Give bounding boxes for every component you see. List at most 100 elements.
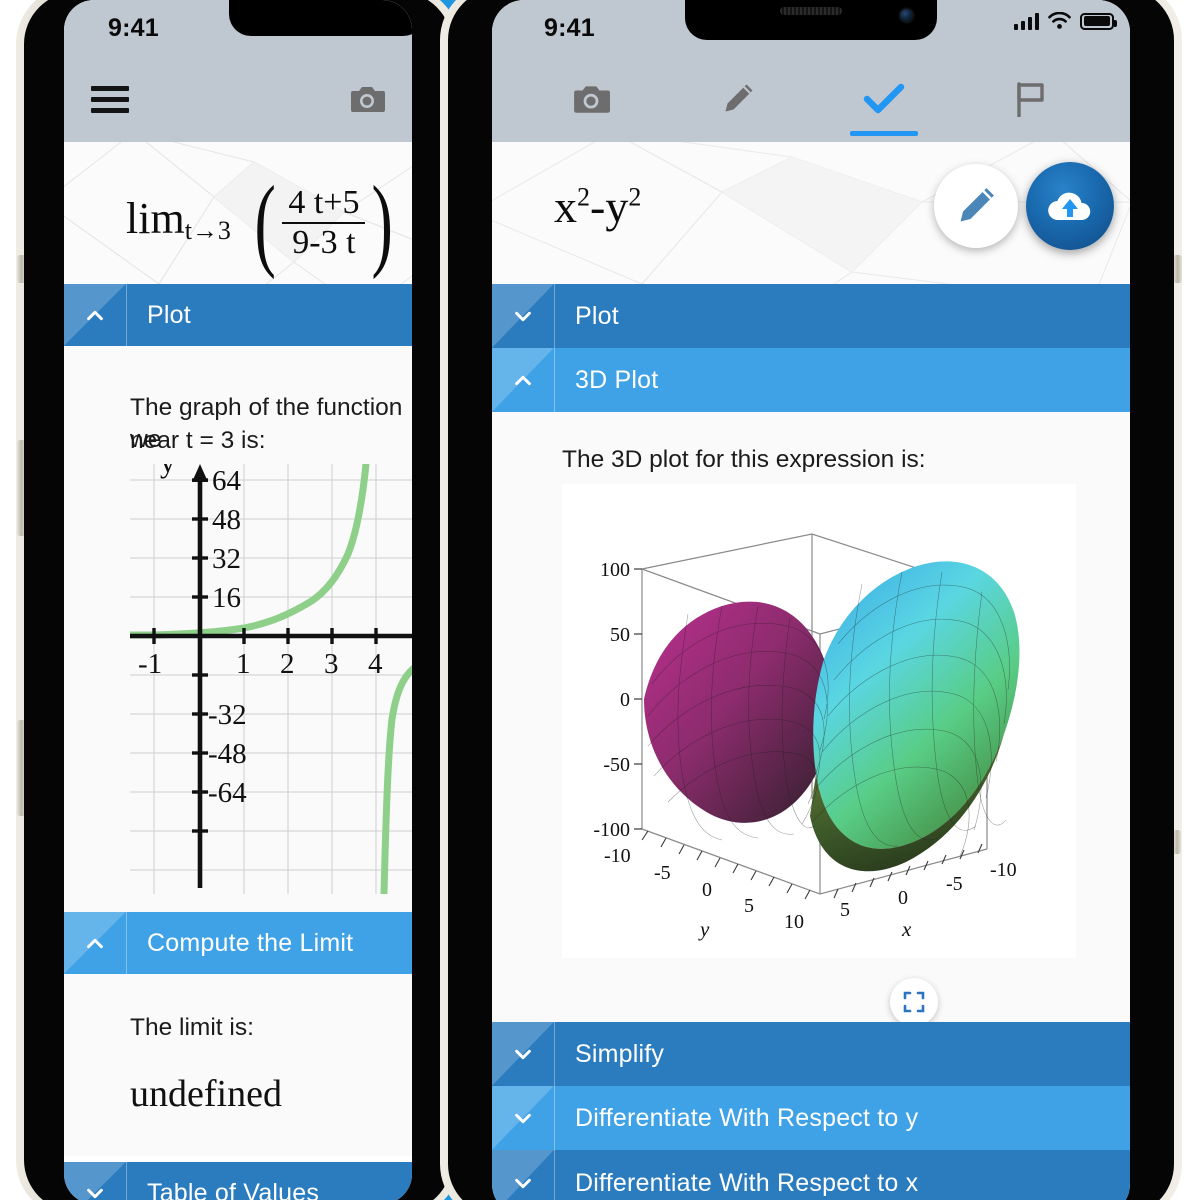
right-plot-title: Plot (575, 301, 619, 330)
svg-text:48: 48 (212, 504, 241, 536)
right-section-3dplot-header[interactable]: 3D Plot (492, 348, 1130, 431)
hamburger-menu-button[interactable] (64, 56, 156, 142)
right-simplify-title: Simplify (575, 1039, 665, 1068)
left-limit-chevron-box[interactable] (64, 912, 126, 974)
flag-icon (1017, 82, 1044, 117)
hamburger-menu-icon (91, 85, 129, 113)
right-side-button-2[interactable] (1173, 830, 1181, 854)
svg-text:-1: -1 (138, 648, 162, 680)
battery-full-icon (1080, 12, 1117, 30)
right-toolbar (492, 56, 1130, 142)
left-section-limit-body: The limit is: undefined (64, 974, 412, 1156)
upload-fab[interactable] (1026, 162, 1114, 250)
right-diff-x-title: Differentiate With Respect to x (575, 1168, 919, 1197)
svg-text:-10: -10 (990, 859, 1017, 881)
svg-text:-50: -50 (603, 754, 630, 776)
left-phone-notch (229, 0, 412, 36)
chevron-down-icon (87, 1188, 103, 1199)
svg-text:5: 5 (744, 895, 754, 917)
right-simplify-chevron-box[interactable] (492, 1022, 554, 1086)
chevron-down-icon (515, 1049, 531, 1060)
front-camera (900, 9, 913, 22)
svg-text:0: 0 (620, 689, 630, 711)
svg-text:32: 32 (212, 543, 241, 575)
right-plot-chevron-box[interactable] (492, 284, 554, 348)
right-section-diff-x-header[interactable]: Differentiate With Respect to x (492, 1150, 1130, 1200)
svg-text:4: 4 (368, 648, 383, 680)
svg-text:y: y (160, 464, 176, 479)
right-phone-bezel: 9:41 x2-y2 Plot 3D Plot The 3D plot for … (448, 0, 1174, 1200)
signal-bars-icon (1013, 12, 1039, 30)
left-tab-camera[interactable] (322, 56, 412, 142)
left-plot-chevron-box[interactable] (64, 284, 126, 346)
open-paren: ( (254, 166, 276, 280)
svg-text:-32: -32 (208, 699, 247, 731)
lim-subscript-target: 3 (217, 216, 231, 246)
svg-text:y: y (698, 917, 710, 941)
svg-text:10: 10 (784, 911, 804, 933)
left-plot-title: Plot (147, 300, 191, 329)
left-section-limit-header[interactable]: Compute the Limit (64, 912, 412, 993)
check-icon (864, 83, 905, 114)
right-tab-edit[interactable] (690, 56, 786, 142)
right-section-diff-y-header[interactable]: Differentiate With Respect to y (492, 1086, 1130, 1150)
chevron-up-icon (87, 310, 103, 321)
fullscreen-button[interactable] (890, 978, 938, 1026)
chevron-up-icon (515, 375, 531, 386)
left-status-time: 9:41 (108, 14, 159, 42)
svg-text:x: x (901, 917, 912, 941)
close-paren: ) (372, 166, 394, 280)
right-diff-x-chevron-box[interactable] (492, 1150, 554, 1200)
right-tab-flag[interactable] (983, 56, 1079, 142)
chevron-down-icon (515, 311, 531, 322)
svg-text:-100: -100 (593, 819, 630, 841)
right-expression: x2-y2 (554, 180, 641, 233)
lim-subscript-arrow: → (191, 216, 218, 246)
left-expression: limt→3 ( 4 t+5 9-3 t ) (126, 164, 400, 282)
right-3dplot-chevron-box[interactable] (492, 348, 554, 412)
expr-exp-y: 2 (628, 182, 642, 212)
scene-root: 9:41 limt→3 (4 t+5 9-3 t) Plot The gra… (0, 0, 1200, 1200)
left-expression-area: limt→3 ( 4 t+5 9-3 t ) (64, 142, 412, 284)
camera-icon (351, 87, 385, 112)
right-status-icons (1013, 12, 1117, 30)
right-section-plot-header[interactable]: Plot (492, 284, 1130, 348)
lim-symbol: lim (126, 194, 185, 244)
svg-text:0: 0 (898, 887, 908, 909)
left-table-title: Table of Values (147, 1178, 320, 1200)
svg-text:-10: -10 (604, 845, 631, 867)
right-section-3dplot-body: The 3D plot for this expression is: 100 … (492, 412, 1130, 1026)
left-toolbar (64, 56, 412, 142)
fraction-numerator: 4 t+5 (288, 184, 360, 221)
right-side-button[interactable] (1173, 255, 1182, 283)
right-tab-solve[interactable] (836, 56, 932, 142)
plot-2d: y 64 48 32 16 -32 -48 -64 -1 1 2 3 (130, 464, 412, 894)
svg-text:50: 50 (610, 624, 630, 646)
left-section-plot-header[interactable]: Plot (64, 284, 412, 365)
edit-fab[interactable] (934, 164, 1018, 248)
right-status-time: 9:41 (544, 14, 595, 42)
right-phone-notch (685, 0, 937, 40)
left-plot-text-2: near t = 3 is: (130, 427, 266, 454)
right-section-simplify-header[interactable]: Simplify (492, 1022, 1130, 1086)
left-section-table-header[interactable]: Table of Values (64, 1162, 412, 1200)
left-table-chevron-box[interactable] (64, 1162, 126, 1200)
fraction-denominator: 9-3 t (282, 222, 366, 262)
svg-text:-5: -5 (654, 862, 671, 884)
left-limit-text: The limit is: (130, 1014, 254, 1041)
right-3dplot-title: 3D Plot (575, 365, 659, 394)
expr-base-x: x (554, 181, 577, 232)
left-limit-title: Compute the Limit (147, 928, 354, 957)
camera-icon (574, 86, 611, 113)
left-limit-answer: undefined (130, 1073, 282, 1115)
pencil-icon (960, 188, 994, 222)
plot-3d-card[interactable]: 100 50 0 -50 -100 -10 -5 0 5 10 y 5 0 -5… (562, 484, 1076, 958)
svg-text:-64: -64 (208, 777, 247, 809)
svg-text:100: 100 (600, 559, 630, 581)
right-diff-y-chevron-box[interactable] (492, 1086, 554, 1150)
svg-text:3: 3 (324, 648, 339, 680)
expr-exp-x: 2 (577, 182, 590, 212)
svg-text:0: 0 (702, 879, 712, 901)
right-tab-camera[interactable] (543, 56, 639, 142)
left-section-plot-body: The graph of the function we near t = 3 … (64, 346, 412, 912)
